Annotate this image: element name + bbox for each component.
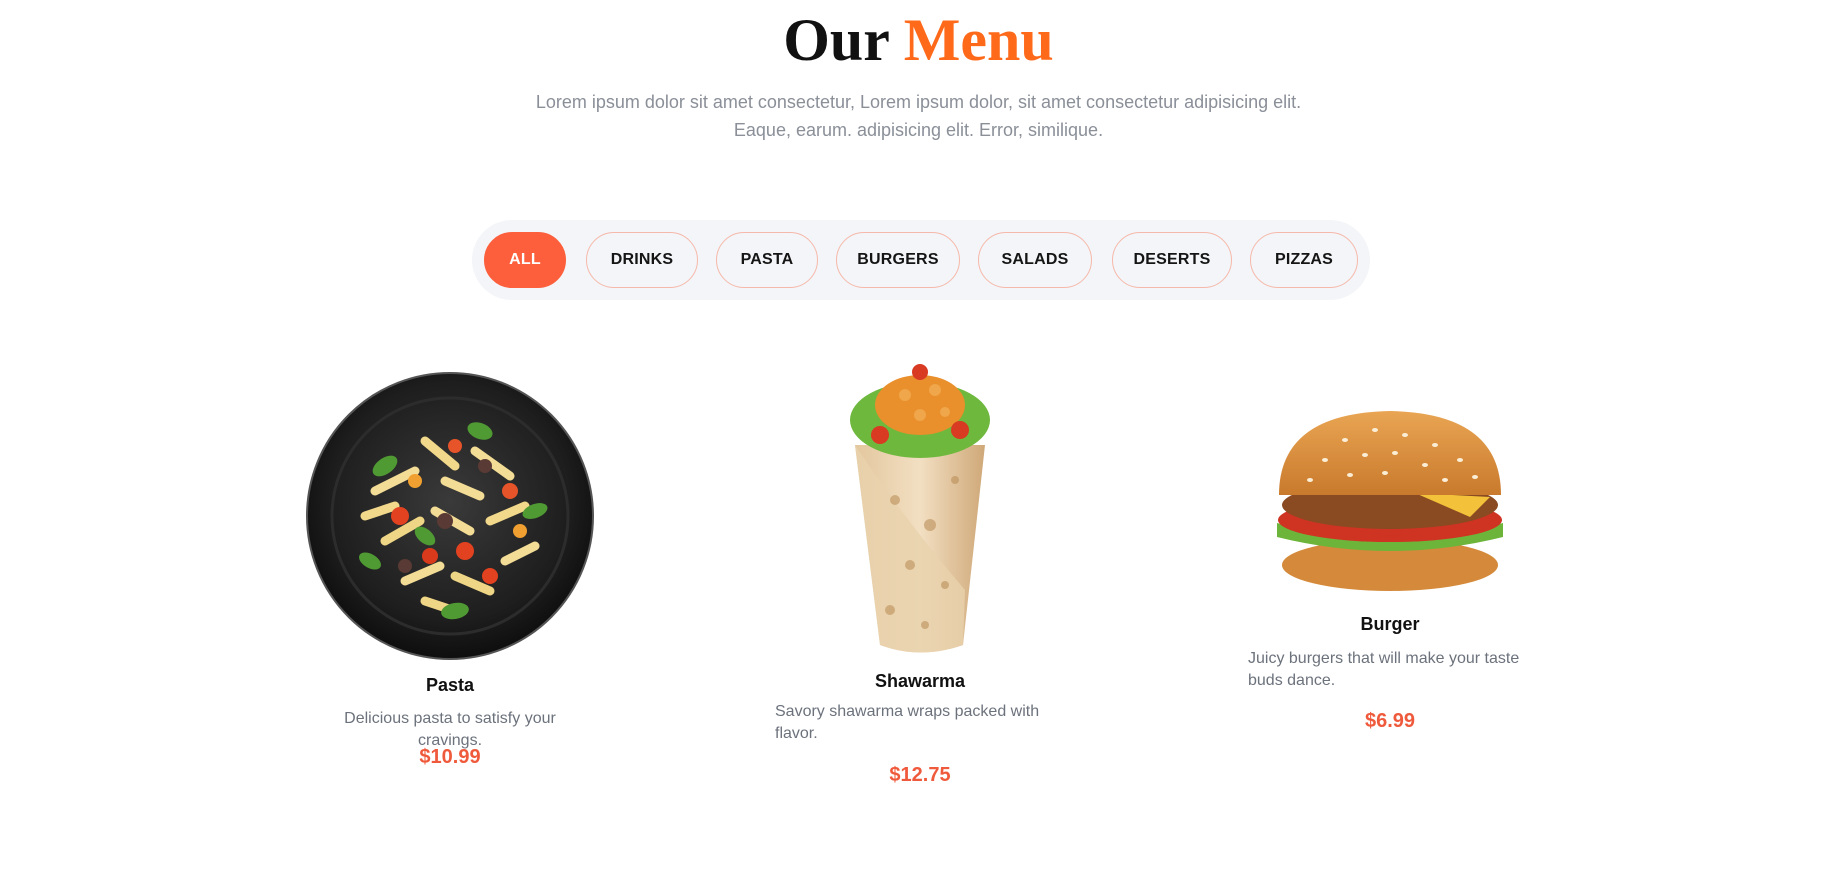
burger-image [1277,411,1503,591]
menu-item-name: Shawarma [874,671,966,691]
section-title: Our Menu [0,4,1837,76]
filter-deserts-button[interactable]: DESERTS [1112,232,1232,288]
pasta-bowl-image [306,372,594,660]
title-word-menu: Menu [903,7,1054,73]
menu-item-price: $12.75 [889,764,951,786]
menu-item-description: Savory shawarma wraps packed with flavor… [775,703,1040,742]
menu-item-price: $10.99 [419,746,481,768]
menu-item-name: Pasta [425,675,475,695]
filter-all-button[interactable]: ALL [484,232,566,288]
filter-pasta-button[interactable]: PASTA [716,232,818,288]
filter-pizzas-button[interactable]: PIZZAS [1250,232,1358,288]
shawarma-wrap-image [850,364,990,653]
category-filter-bar: ALL DRINKS PASTA BURGERS SALADS DESERTS … [472,220,1370,300]
intro-line-2: Eaque, earum. adipisicing elit. Error, s… [733,120,1104,140]
title-word-our: Our [783,7,889,73]
section-intro: Lorem ipsum dolor sit amet consectetur, … [0,88,1837,144]
menu-item-price: $6.99 [1364,710,1416,732]
filter-salads-button[interactable]: SALADS [978,232,1092,288]
filter-drinks-button[interactable]: DRINKS [586,232,698,288]
menu-item-description: Juicy burgers that will make your taste … [1248,650,1520,689]
filter-burgers-button[interactable]: BURGERS [836,232,960,288]
menu-item-name: Burger [1360,614,1420,634]
intro-line-1: Lorem ipsum dolor sit amet consectetur, … [535,92,1302,112]
